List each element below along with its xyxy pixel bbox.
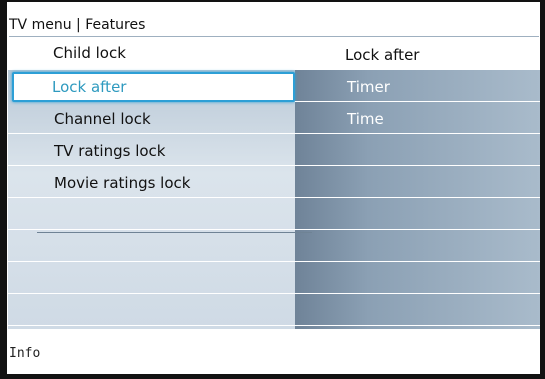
menu-item-label: Movie ratings lock: [54, 174, 191, 192]
submenu-item-label: Time: [347, 110, 384, 128]
submenu-item-empty: [295, 168, 540, 198]
menu-item-empty: [8, 296, 297, 326]
submenu-item-empty: [295, 264, 540, 294]
right-submenu-list: Timer Time: [295, 72, 540, 328]
menu-item-tv-ratings-lock[interactable]: TV ratings lock: [8, 136, 297, 166]
menu-item-empty: [8, 232, 297, 262]
divider: [37, 232, 312, 233]
submenu-item-time[interactable]: Time: [295, 104, 540, 134]
menu-item-lock-after[interactable]: Lock after: [12, 72, 295, 102]
menu-item-channel-lock[interactable]: Channel lock: [8, 104, 297, 134]
submenu-item-empty: [295, 200, 540, 230]
menu-header-right: Lock after: [345, 46, 420, 64]
menu-item-movie-ratings-lock[interactable]: Movie ratings lock: [8, 168, 297, 198]
left-menu-list: Lock after Channel lock TV ratings lock …: [8, 72, 297, 328]
submenu-item-empty: [295, 296, 540, 326]
info-label: Info: [9, 346, 41, 361]
submenu-item-timer[interactable]: Timer: [295, 72, 540, 102]
menu-item-label: TV ratings lock: [54, 142, 166, 160]
menu-header-left: Child lock: [53, 44, 126, 62]
submenu-item-empty: [295, 232, 540, 262]
menu-item-empty: [8, 200, 297, 230]
submenu-item-empty: [295, 136, 540, 166]
menu-item-label: Lock after: [52, 78, 127, 96]
menu-item-empty: [8, 264, 297, 294]
menu-item-label: Channel lock: [54, 110, 151, 128]
breadcrumb: TV menu | Features: [9, 14, 539, 37]
submenu-item-label: Timer: [347, 78, 390, 96]
